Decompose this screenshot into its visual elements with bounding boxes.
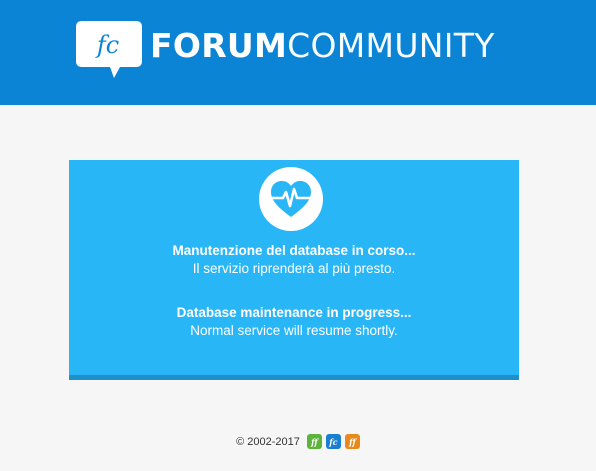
italian-text: Il servizio riprenderà al più presto. — [192, 261, 396, 276]
site-logo[interactable]: fc FORUMCOMMUNITY — [76, 21, 495, 79]
site-link-icon-fc-blue[interactable]: fc — [325, 434, 341, 449]
site-link-icon-ff-green[interactable]: ff — [306, 434, 322, 449]
maintenance-card: Manutenzione del database in corso... Il… — [69, 160, 519, 380]
english-title: Database maintenance in progress... — [176, 305, 412, 320]
logo-mark-text: fc — [95, 31, 119, 59]
english-message: Database maintenance in progress... Norm… — [69, 304, 519, 340]
italian-message: Manutenzione del database in corso... Il… — [69, 242, 519, 278]
site-header: fc FORUMCOMMUNITY — [0, 0, 596, 105]
site-link-icon-ff-orange[interactable]: ff — [344, 434, 360, 449]
english-text: Normal service will resume shortly. — [190, 323, 398, 338]
brand-name-bold: FORUM — [150, 26, 288, 65]
speech-bubble-logo-icon: fc — [76, 21, 142, 79]
page-footer: © 2002-2017 ff fc ff — [0, 434, 596, 449]
copyright-text: © 2002-2017 — [236, 435, 300, 448]
brand-name: FORUMCOMMUNITY — [150, 26, 495, 66]
italian-title: Manutenzione del database in corso... — [172, 243, 416, 258]
brand-name-light: COMMUNITY — [287, 26, 495, 65]
heart-pulse-icon — [259, 167, 323, 231]
